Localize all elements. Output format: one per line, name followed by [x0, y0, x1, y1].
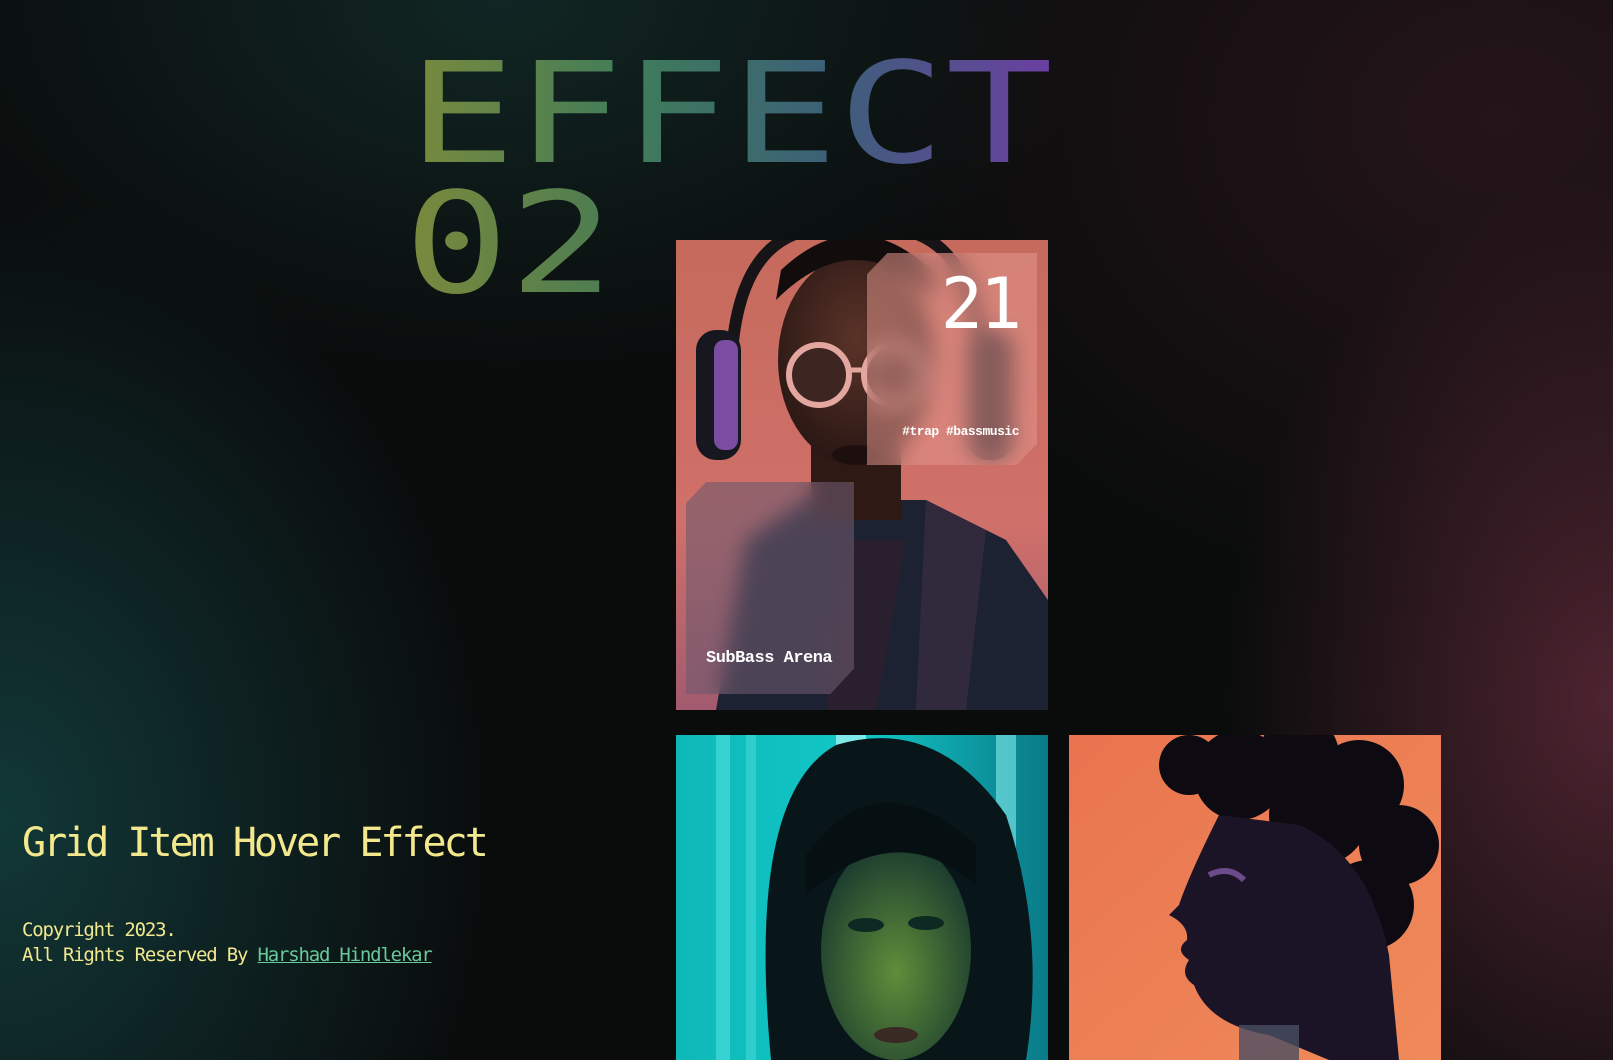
card-tags: #trap #bassmusic: [902, 424, 1019, 439]
rights-line: All Rights Reserved By Harshad Hindlekar: [22, 943, 433, 968]
grid-item-2[interactable]: [676, 735, 1048, 1060]
rights-text: All Rights Reserved By: [22, 944, 248, 966]
copyright-line: Copyright 2023.: [22, 919, 177, 941]
card-number: 21: [940, 263, 1022, 345]
card-info-panel: 21 #trap #bassmusic: [867, 253, 1037, 465]
portrait-profile-image: [1069, 735, 1441, 1060]
copyright-block: Copyright 2023. All Rights Reserved By H…: [22, 918, 433, 968]
grid-item-3[interactable]: [1069, 735, 1441, 1060]
card-title-panel: SubBass Arena: [686, 482, 854, 694]
card-title: SubBass Arena: [706, 649, 833, 668]
grid-item-subbass-arena[interactable]: 21 #trap #bassmusic SubBass Arena: [676, 240, 1048, 710]
title-line-2: 02: [408, 163, 614, 300]
portrait-neon-image: [676, 735, 1048, 1060]
page-caption: Grid Item Hover Effect: [22, 820, 489, 866]
author-link[interactable]: Harshad Hindlekar: [258, 944, 433, 966]
